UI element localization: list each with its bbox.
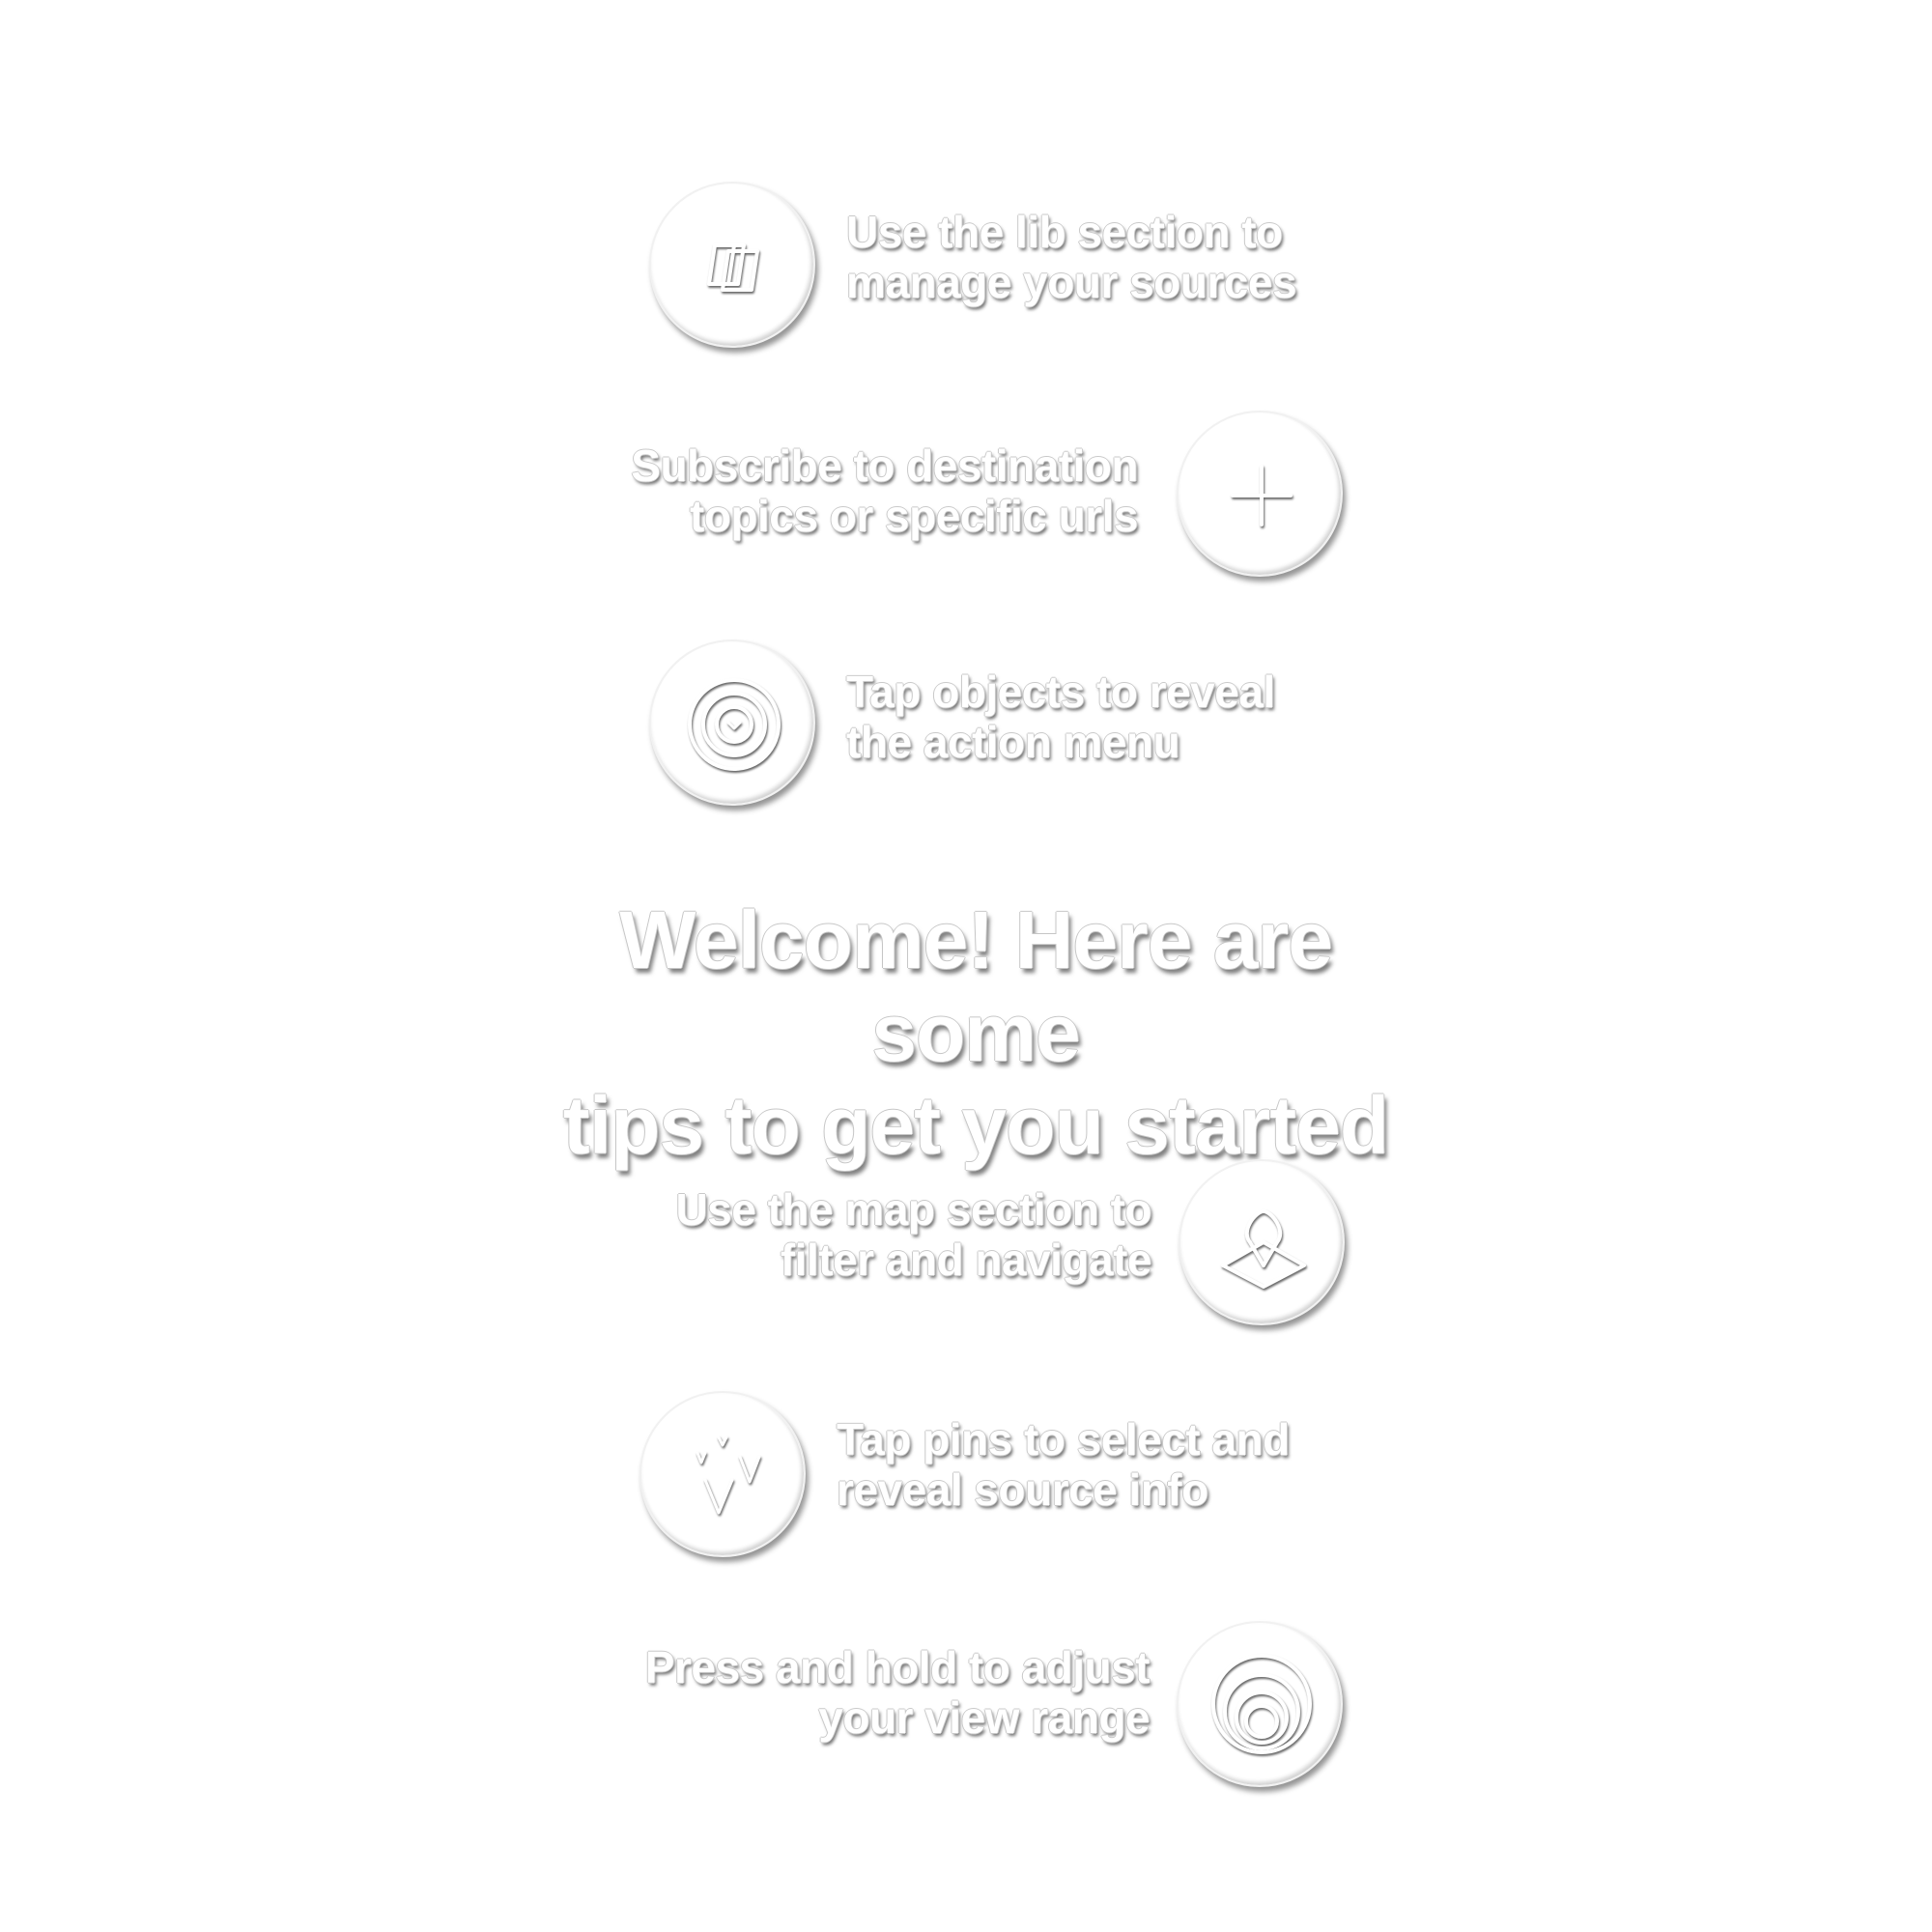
tip-lib-line2: manage your sources: [846, 257, 1297, 307]
tip-subscribe-text: Subscribe to destination topics or speci…: [541, 440, 1138, 541]
plus-icon-circle: [1177, 411, 1343, 577]
tip-range-text: Press and hold to adjust your view range: [541, 1642, 1151, 1743]
welcome-line1: Welcome! Here are some: [619, 895, 1333, 1078]
tip-map-text: Use the map section to filter and naviga…: [541, 1184, 1151, 1285]
library-icon: [707, 243, 759, 292]
target-icon-circle: [649, 639, 815, 806]
tip-pins-line2: reveal source info: [837, 1464, 1208, 1515]
range-icon: [1211, 1654, 1312, 1754]
plus-icon: [1231, 465, 1293, 526]
tip-subscribe-line1: Subscribe to destination: [631, 440, 1138, 491]
pins-icon: [696, 1435, 761, 1515]
tip-lib-line1: Use the lib section to: [846, 207, 1283, 257]
tip-range-line1: Press and hold to adjust: [644, 1642, 1151, 1692]
welcome-heading: Welcome! Here are some tips to get you s…: [541, 894, 1410, 1172]
range-icon-circle: [1177, 1621, 1343, 1787]
tip-map-line2: filter and navigate: [780, 1235, 1152, 1285]
pins-icon-circle: [639, 1391, 806, 1557]
tip-objects-line2: the action menu: [846, 717, 1180, 767]
tip-objects-text: Tap objects to reveal the action menu: [846, 667, 1275, 767]
tip-pins-text: Tap pins to select and reveal source inf…: [837, 1414, 1290, 1515]
tip-pins-line1: Tap pins to select and: [837, 1414, 1290, 1464]
tip-subscribe-line2: topics or specific urls: [690, 491, 1138, 541]
library-icon-circle: [649, 182, 815, 348]
tip-range-line2: your view range: [818, 1692, 1150, 1743]
tip-objects-line1: Tap objects to reveal: [846, 667, 1275, 717]
map-pin-icon: [1221, 1209, 1306, 1289]
map-pin-icon-circle: [1179, 1159, 1345, 1325]
tip-lib-text: Use the lib section to manage your sourc…: [846, 207, 1297, 307]
welcome-line2: tips to get you started: [562, 1080, 1389, 1171]
target-icon: [688, 678, 781, 771]
tip-map-line1: Use the map section to: [675, 1184, 1151, 1235]
